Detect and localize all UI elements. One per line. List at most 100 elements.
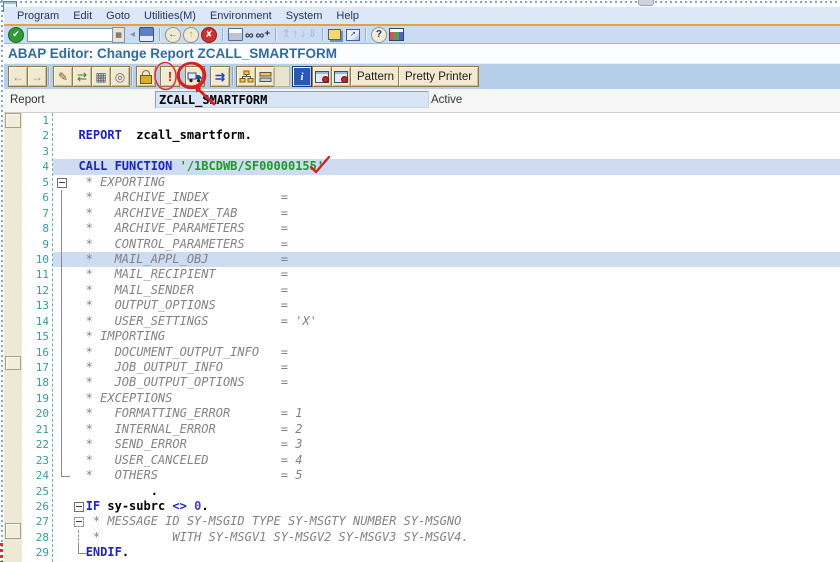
editor-line-22[interactable]: 22 * SEND_ERROR = 3	[22, 437, 840, 452]
editor-line-2[interactable]: 2 REPORT zcall_smartform.	[22, 128, 840, 143]
line-number: 19	[22, 391, 49, 406]
user-icon[interactable]	[331, 66, 351, 87]
previous-page-icon[interactable]: ↑	[293, 29, 299, 40]
scrollbar-handle[interactable]	[5, 523, 21, 539]
create-shortcut-icon[interactable]: ↗	[346, 29, 360, 41]
editor-line-3[interactable]: 3	[22, 144, 840, 159]
editor-line-17[interactable]: 17 * JOB_OUTPUT_INFO =	[22, 360, 840, 375]
line-number: 24	[22, 468, 49, 483]
menu-utilities-m[interactable]: Utilities(M)	[137, 9, 203, 23]
editor-line-13[interactable]: 13 * OUTPUT_OPTIONS =	[22, 298, 840, 313]
editor-left-scrollbar[interactable]	[4, 113, 23, 562]
code-text: * ARCHIVE_PARAMETERS =	[64, 221, 288, 236]
code-editor[interactable]: 12 REPORT zcall_smartform.34 CALL FUNCTI…	[22, 113, 840, 562]
code-text: * SEND_ERROR = 3	[64, 437, 302, 452]
fold-toggle-icon[interactable]	[74, 502, 84, 512]
cancel-icon[interactable]: ✘	[201, 27, 217, 43]
scrollbar-thumb[interactable]	[5, 356, 21, 370]
menu-system[interactable]: System	[279, 9, 330, 23]
editor-line-5[interactable]: 5 * EXPORTING	[22, 175, 840, 190]
overview-icon[interactable]	[312, 66, 332, 87]
editor-line-24[interactable]: 24 * OTHERS = 5	[22, 468, 840, 483]
editor-line-1[interactable]: 1	[22, 113, 840, 128]
editor-line-20[interactable]: 20 * FORMATTING_ERROR = 1	[22, 406, 840, 421]
editor-line-7[interactable]: 7 * ARCHIVE_INDEX_TAB =	[22, 206, 840, 221]
red-dot	[341, 76, 348, 83]
new-session-icon[interactable]	[328, 29, 341, 40]
scrollbar-top-button[interactable]	[5, 113, 21, 128]
editor-line-6[interactable]: 6 * ARCHIVE_INDEX =	[22, 190, 840, 205]
code-text: * EXPORTING	[64, 175, 165, 190]
editor-line-8[interactable]: 8 * ARCHIVE_PARAMETERS =	[22, 221, 840, 236]
editor-line-23[interactable]: 23 * USER_CANCELED = 4	[22, 453, 840, 468]
where-used-icon[interactable]: ◎	[110, 66, 130, 87]
back-icon[interactable]: ←	[165, 27, 181, 43]
next-page-icon[interactable]: ↓	[300, 29, 306, 40]
editor-line-14[interactable]: 14 * USER_SETTINGS = 'X'	[22, 314, 840, 329]
editor-line-26[interactable]: 26 IF sy-subrc <> 0.	[22, 499, 840, 514]
toolbar-separator	[222, 28, 223, 41]
editor-line-25[interactable]: 25 .	[22, 484, 840, 499]
code-text: .	[64, 484, 158, 499]
nav-stack-icon[interactable]	[255, 66, 275, 87]
code-text: * INTERNAL_ERROR = 2	[64, 422, 302, 437]
transport-icon[interactable]: ▦	[91, 66, 111, 87]
nav-back-icon[interactable]: ←	[8, 66, 28, 87]
command-history-icon[interactable]: ▦	[112, 27, 125, 43]
execute-icon[interactable]: ⇉	[210, 66, 230, 87]
active-inactive-icon[interactable]	[136, 66, 156, 87]
editor-line-9[interactable]: 9 * CONTROL_PARAMETERS =	[22, 237, 840, 252]
menu-help[interactable]: Help	[329, 9, 366, 23]
check-icon[interactable]: !	[160, 66, 180, 87]
code-text: * ARCHIVE_INDEX =	[64, 190, 288, 205]
editor-line-28[interactable]: 28 * WITH SY-MSGV1 SY-MSGV2 SY-MSGV3 SY-…	[22, 530, 840, 545]
other-object-icon[interactable]: ⇄	[72, 66, 92, 87]
activate-icon[interactable]	[185, 66, 205, 87]
object-list-icon[interactable]	[236, 66, 256, 87]
nav-forward-icon[interactable]: →	[27, 66, 47, 87]
window-resize-handle[interactable]	[638, 0, 654, 6]
line-number: 15	[22, 329, 49, 344]
find-next-icon[interactable]: ∞⁺	[256, 29, 271, 41]
display-change-icon[interactable]: ✎	[53, 66, 73, 87]
menu-program[interactable]: Program	[10, 9, 66, 23]
collapse-icon[interactable]: ◂	[130, 30, 135, 40]
editor-line-16[interactable]: 16 * DOCUMENT_OUTPUT_INFO =	[22, 345, 840, 360]
fold-toggle-icon[interactable]	[74, 517, 84, 527]
command-field[interactable]	[27, 28, 112, 42]
fold-toggle-icon[interactable]	[57, 178, 67, 188]
editor-line-18[interactable]: 18 * JOB_OUTPUT_OPTIONS =	[22, 375, 840, 390]
menu-goto[interactable]: Goto	[99, 9, 137, 23]
editor-line-12[interactable]: 12 * MAIL_SENDER =	[22, 283, 840, 298]
menu-environment[interactable]: Environment	[203, 9, 279, 23]
editor-line-21[interactable]: 21 * INTERNAL_ERROR = 2	[22, 422, 840, 437]
menu-edit[interactable]: Edit	[66, 9, 99, 23]
editor-line-10[interactable]: 10 * MAIL_APPL_OBJ =	[22, 252, 840, 267]
editor-line-19[interactable]: 19 * EXCEPTIONS	[22, 391, 840, 406]
report-name-input[interactable]	[155, 91, 429, 108]
info-icon[interactable]: i	[292, 66, 312, 87]
line-number: 27	[22, 514, 49, 529]
enter-icon[interactable]: ✔	[8, 27, 24, 43]
print-icon[interactable]	[228, 28, 243, 41]
line-number: 11	[22, 267, 49, 282]
first-page-icon[interactable]: ⇑	[281, 29, 290, 40]
editor-line-15[interactable]: 15 * IMPORTING	[22, 329, 840, 344]
pattern-button[interactable]: Pattern	[350, 66, 401, 87]
line-number: 22	[22, 437, 49, 452]
help-icon[interactable]: ?	[371, 27, 387, 43]
last-page-icon[interactable]: ⇓	[308, 29, 317, 40]
editor-line-27[interactable]: 27 * MESSAGE ID SY-MSGID TYPE SY-MSGTY N…	[22, 514, 840, 529]
customize-icon[interactable]	[389, 28, 404, 41]
editor-line-29[interactable]: 29 ENDIF.	[22, 545, 840, 560]
code-area: 12 REPORT zcall_smartform.34 CALL FUNCTI…	[22, 113, 840, 561]
code-text: * EXCEPTIONS	[64, 391, 172, 406]
exit-icon[interactable]: ↑	[183, 27, 199, 43]
find-icon[interactable]: ∞	[245, 29, 254, 41]
save-icon[interactable]	[139, 27, 154, 42]
fold-guide-line	[61, 267, 62, 282]
editor-line-11[interactable]: 11 * MAIL_RECIPIENT =	[22, 267, 840, 282]
fold-guide-line	[78, 530, 79, 545]
pretty-printer-button[interactable]: Pretty Printer	[398, 66, 479, 87]
editor-line-4[interactable]: 4 CALL FUNCTION '/1BCDWB/SF00000155'	[22, 159, 840, 174]
